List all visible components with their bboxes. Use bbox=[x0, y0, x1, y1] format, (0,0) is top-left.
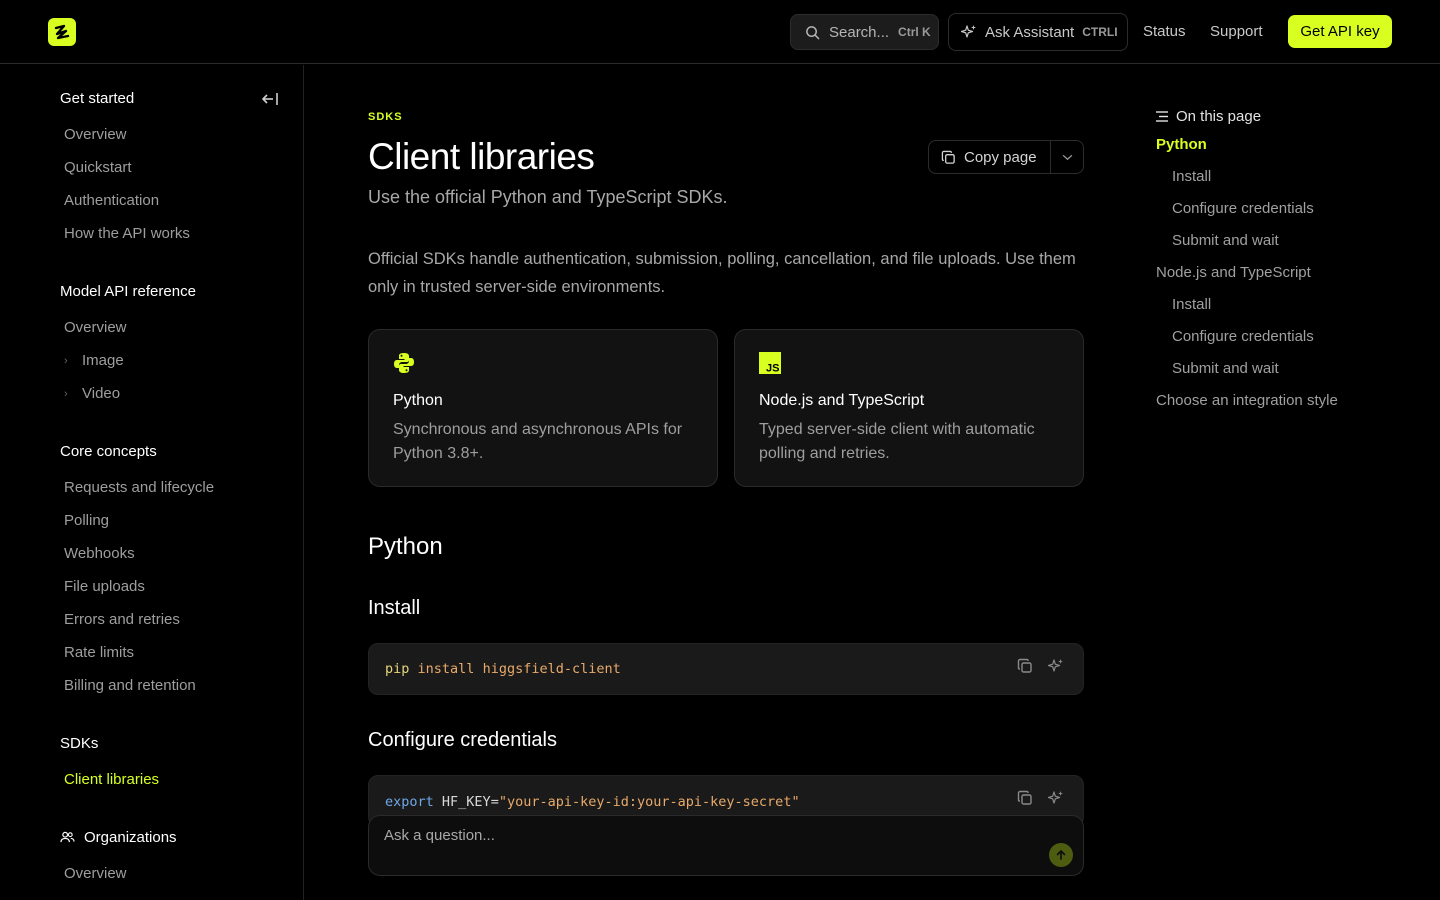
intro-paragraph: Official SDKs handle authentication, sub… bbox=[368, 250, 1076, 296]
sidebar-section-title: Organizations bbox=[84, 829, 177, 846]
sidebar-item-webhooks[interactable]: Webhooks bbox=[64, 545, 135, 562]
page-subtitle: Use the official Python and TypeScript S… bbox=[368, 187, 728, 207]
copy-page-button[interactable]: Copy page bbox=[929, 141, 1051, 173]
ask-assistant-label: Ask Assistant bbox=[985, 23, 1075, 41]
svg-text:JS: JS bbox=[766, 363, 779, 375]
card-description: Typed server-side client with automatic … bbox=[759, 421, 1035, 462]
install-code-block: pip install higgsfield-client bbox=[368, 643, 1084, 695]
breadcrumb: SDKS bbox=[368, 111, 403, 123]
chevron-down-icon bbox=[1062, 154, 1072, 160]
toc-item[interactable]: Configure credentials bbox=[1172, 328, 1314, 345]
logo[interactable] bbox=[48, 18, 76, 46]
sparkle-icon bbox=[961, 25, 976, 38]
status-link[interactable]: Status bbox=[1143, 23, 1186, 40]
code-token: export bbox=[385, 794, 434, 810]
search-button[interactable]: Search... Ctrl K bbox=[790, 14, 939, 50]
sidebar-item-client-libraries[interactable]: Client libraries bbox=[64, 771, 159, 788]
sidebar-section-title: SDKs bbox=[60, 735, 99, 752]
search-shortcut: Ctrl K bbox=[898, 25, 931, 39]
code-actions bbox=[1017, 658, 1065, 674]
sidebar-section-title: Core concepts bbox=[60, 443, 157, 460]
copy-icon[interactable] bbox=[1017, 790, 1033, 806]
toc-item[interactable]: Submit and wait bbox=[1172, 232, 1279, 249]
toc-heading-label: On this page bbox=[1176, 108, 1262, 125]
copy-icon[interactable] bbox=[1017, 658, 1033, 674]
chevron-right-icon: › bbox=[64, 387, 68, 400]
javascript-icon: JS bbox=[759, 352, 1059, 375]
sidebar-item-video[interactable]: › Video bbox=[64, 385, 120, 402]
ask-question-input[interactable]: Ask a question... bbox=[384, 827, 495, 844]
sidebar-item-errors[interactable]: Errors and retries bbox=[64, 611, 180, 628]
card-title: Python bbox=[393, 392, 443, 409]
card-title: Node.js and TypeScript bbox=[759, 392, 925, 409]
copy-page-dropdown[interactable] bbox=[1051, 154, 1083, 161]
collapse-sidebar-icon[interactable] bbox=[261, 92, 279, 106]
sidebar-item-overview[interactable]: Overview bbox=[64, 126, 127, 143]
top-bar: Search... Ctrl K Ask Assistant CTRLI Sta… bbox=[0, 0, 1440, 64]
sidebar-section-title: Model API reference bbox=[60, 283, 196, 300]
toc-heading: On this page bbox=[1156, 108, 1261, 125]
chevron-right-icon: › bbox=[64, 354, 68, 367]
toc-item[interactable]: Node.js and TypeScript bbox=[1156, 264, 1311, 281]
code-token: "your-api-key-id:your-api-key-secret" bbox=[498, 794, 800, 810]
toc-item[interactable]: Choose an integration style bbox=[1156, 392, 1338, 409]
toc-item[interactable]: Install bbox=[1172, 168, 1211, 185]
support-link[interactable]: Support bbox=[1210, 23, 1263, 40]
code-token: higgsfield-client bbox=[482, 661, 621, 677]
sparkle-icon[interactable] bbox=[1047, 658, 1065, 674]
sidebar-item-polling[interactable]: Polling bbox=[64, 512, 109, 529]
ask-assistant-shortcut: CTRLI bbox=[1082, 25, 1118, 39]
sidebar-item-requests[interactable]: Requests and lifecycle bbox=[64, 479, 214, 496]
toc-item[interactable]: Python bbox=[1156, 136, 1207, 153]
python-icon bbox=[393, 352, 693, 374]
code-actions bbox=[1017, 790, 1065, 806]
code-token: = bbox=[490, 794, 499, 810]
section-heading-credentials: Configure credentials bbox=[368, 729, 557, 751]
sidebar-item-image[interactable]: › Image bbox=[64, 352, 124, 369]
section-heading-install: Install bbox=[368, 597, 421, 619]
page-title: Client libraries bbox=[368, 136, 595, 177]
sidebar-item-rate-limits[interactable]: Rate limits bbox=[64, 644, 134, 661]
section-heading-python: Python bbox=[368, 533, 443, 560]
search-label: Search... bbox=[829, 23, 890, 41]
copy-icon bbox=[941, 150, 955, 164]
sidebar-item-billing[interactable]: Billing and retention bbox=[64, 677, 196, 694]
python-card[interactable]: Python Synchronous and asynchronous APIs… bbox=[368, 329, 718, 487]
nodejs-card[interactable]: JS Node.js and TypeScript Typed server-s… bbox=[734, 329, 1084, 487]
code-token: HF_KEY bbox=[441, 794, 491, 810]
code-token: pip bbox=[385, 661, 410, 677]
send-button[interactable] bbox=[1049, 843, 1073, 867]
sidebar-item-how-api-works[interactable]: How the API works bbox=[64, 225, 190, 242]
search-icon bbox=[806, 25, 820, 39]
sidebar-item-label: Video bbox=[82, 385, 121, 402]
sparkle-icon[interactable] bbox=[1047, 790, 1065, 806]
copy-page-label: Copy page bbox=[964, 148, 1037, 166]
sidebar-item-quickstart[interactable]: Quickstart bbox=[64, 159, 132, 176]
sidebar-item-org-overview[interactable]: Overview bbox=[64, 865, 127, 882]
sidebar-section-organizations: Organizations bbox=[60, 829, 177, 846]
sidebar-item-file-uploads[interactable]: File uploads bbox=[64, 578, 145, 595]
list-icon bbox=[1156, 111, 1168, 122]
ask-assistant-button[interactable]: Ask Assistant CTRLI bbox=[948, 13, 1128, 51]
sidebar-section-title: Get started bbox=[60, 90, 135, 107]
card-description: Synchronous and asynchronous APIs for Py… bbox=[393, 421, 683, 462]
logo-icon bbox=[54, 24, 70, 40]
users-icon bbox=[60, 831, 75, 843]
sidebar-item-authentication[interactable]: Authentication bbox=[64, 192, 159, 209]
toc-item[interactable]: Install bbox=[1172, 296, 1211, 313]
sidebar-item-model-overview[interactable]: Overview bbox=[64, 319, 127, 336]
toc-item[interactable]: Configure credentials bbox=[1172, 200, 1314, 217]
toc-item[interactable]: Submit and wait bbox=[1172, 360, 1279, 377]
get-api-key-button[interactable]: Get API key bbox=[1288, 15, 1392, 48]
sidebar: Get started Overview Quickstart Authenti… bbox=[0, 65, 304, 900]
copy-page-control: Copy page bbox=[928, 140, 1084, 174]
code-token: install bbox=[417, 661, 475, 677]
sidebar-item-label: Image bbox=[82, 352, 124, 369]
arrow-up-icon bbox=[1056, 850, 1066, 860]
ask-question-box: Ask a question... bbox=[368, 815, 1084, 876]
